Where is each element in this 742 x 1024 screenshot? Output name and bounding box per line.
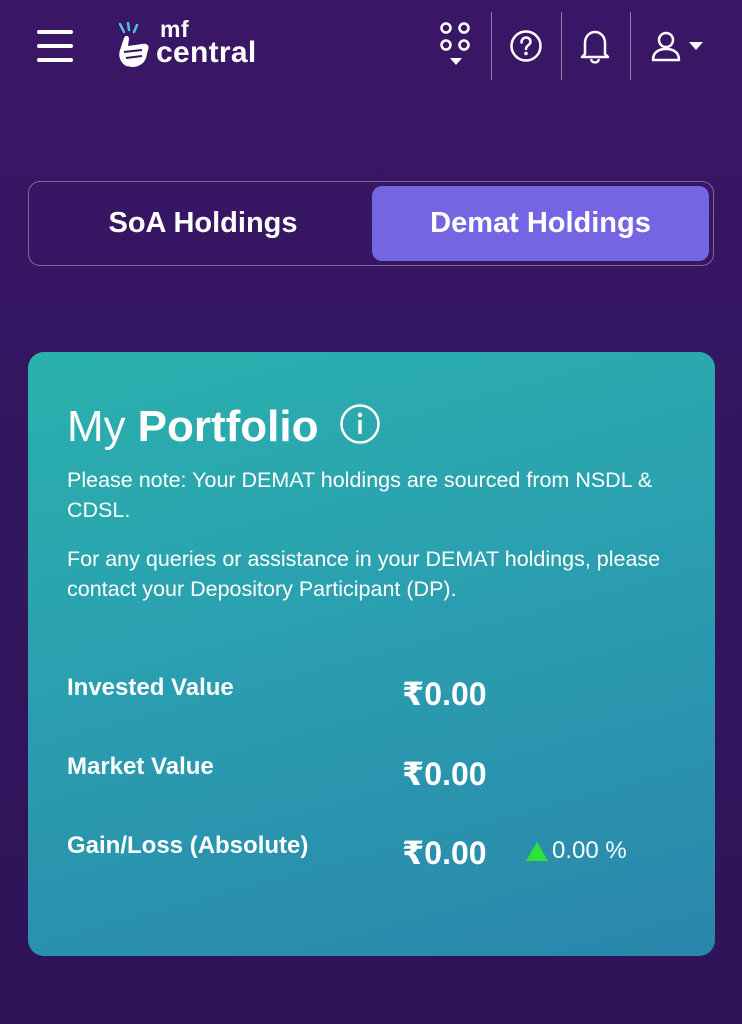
mf-central-logo[interactable]: mf central [112,16,282,70]
tab-demat-holdings[interactable]: Demat Holdings [372,186,709,261]
gain-percentage-value: 0.00 % [552,837,627,864]
logo-text-central: central [156,36,257,69]
user-menu[interactable] [640,14,714,78]
portfolio-title: My Portfolio [67,402,381,452]
triangle-up-icon [526,841,548,861]
dp-contact-note: For any queries or assistance in your DE… [67,547,661,601]
logo-hand-icon [118,22,149,67]
title-bold: Portfolio [137,402,319,451]
market-value-label: Market Value [67,753,214,780]
chevron-down-icon [689,42,703,50]
nav-divider [491,12,492,80]
title-light: My [67,402,126,451]
nav-divider [561,12,562,80]
help-icon[interactable] [496,14,556,78]
portfolio-card: My Portfolio Please note: Your DEMAT hol… [28,352,715,956]
invested-value-amount: ₹0.00 [402,676,487,712]
bell-icon[interactable] [565,14,625,78]
demat-source-note: Please note: Your DEMAT holdings are sou… [67,468,653,522]
menu-icon[interactable] [37,30,73,62]
market-value-amount: ₹0.00 [402,756,487,792]
holdings-toggle: SoA Holdings Demat Holdings [28,181,714,266]
info-icon[interactable] [339,403,381,445]
user-icon [651,31,681,62]
gain-loss-amount: ₹0.00 [402,835,487,871]
top-navigation-bar: mf central [0,0,742,92]
gain-percentage: 0.00 % [526,837,627,865]
tab-soa-holdings[interactable]: SoA Holdings [33,186,373,261]
invested-value-label: Invested Value [67,674,234,701]
gain-loss-label: Gain/Loss (Absolute) [67,832,309,859]
apps-grid-icon[interactable] [426,14,486,78]
nav-divider [630,12,631,80]
